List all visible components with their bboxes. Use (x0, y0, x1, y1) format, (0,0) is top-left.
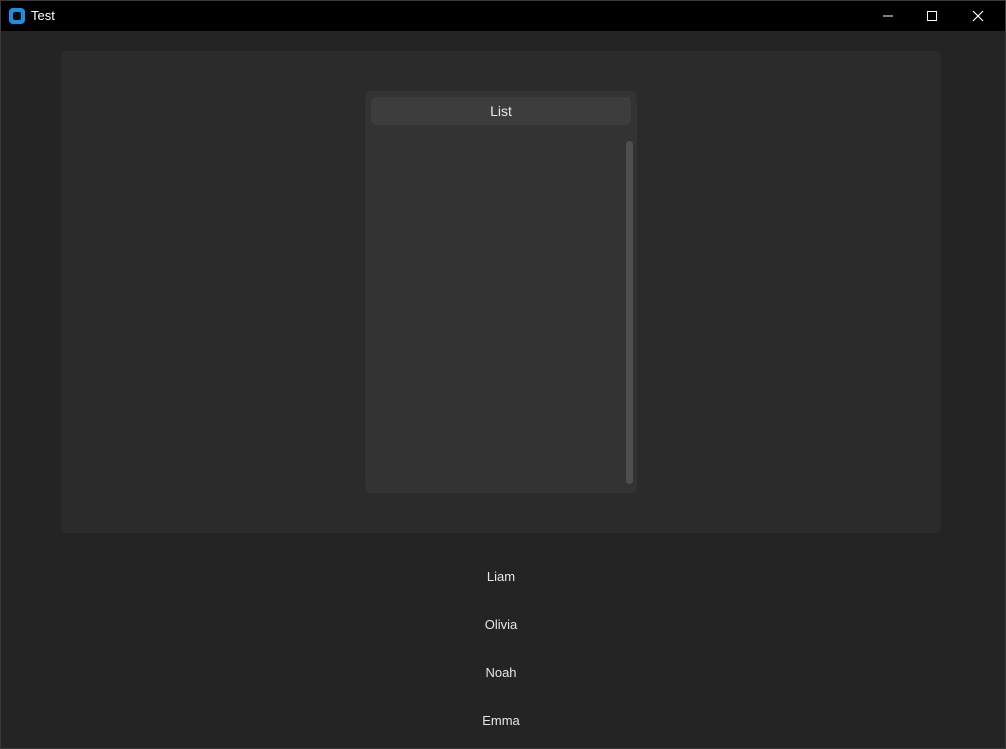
list-body[interactable] (371, 135, 621, 485)
title-bar[interactable]: Test (1, 1, 1005, 31)
app-icon (9, 8, 25, 24)
name-item-olivia[interactable]: Olivia (401, 609, 601, 657)
close-button[interactable] (955, 1, 1001, 31)
name-item-emma[interactable]: Emma (401, 705, 601, 748)
minimize-icon (883, 15, 893, 17)
list-frame: List (365, 91, 637, 493)
minimize-button[interactable] (865, 1, 911, 31)
name-list: Liam Olivia Noah Emma (401, 561, 601, 748)
close-icon (972, 10, 984, 22)
app-window: Test List Liam Olivia Noah Emma (0, 0, 1006, 749)
name-item-liam[interactable]: Liam (401, 561, 601, 609)
list-header[interactable]: List (371, 97, 631, 125)
window-title: Test (31, 8, 55, 23)
maximize-icon (927, 11, 937, 21)
name-item-noah[interactable]: Noah (401, 657, 601, 705)
list-scrollbar[interactable] (626, 141, 633, 484)
maximize-button[interactable] (909, 1, 955, 31)
